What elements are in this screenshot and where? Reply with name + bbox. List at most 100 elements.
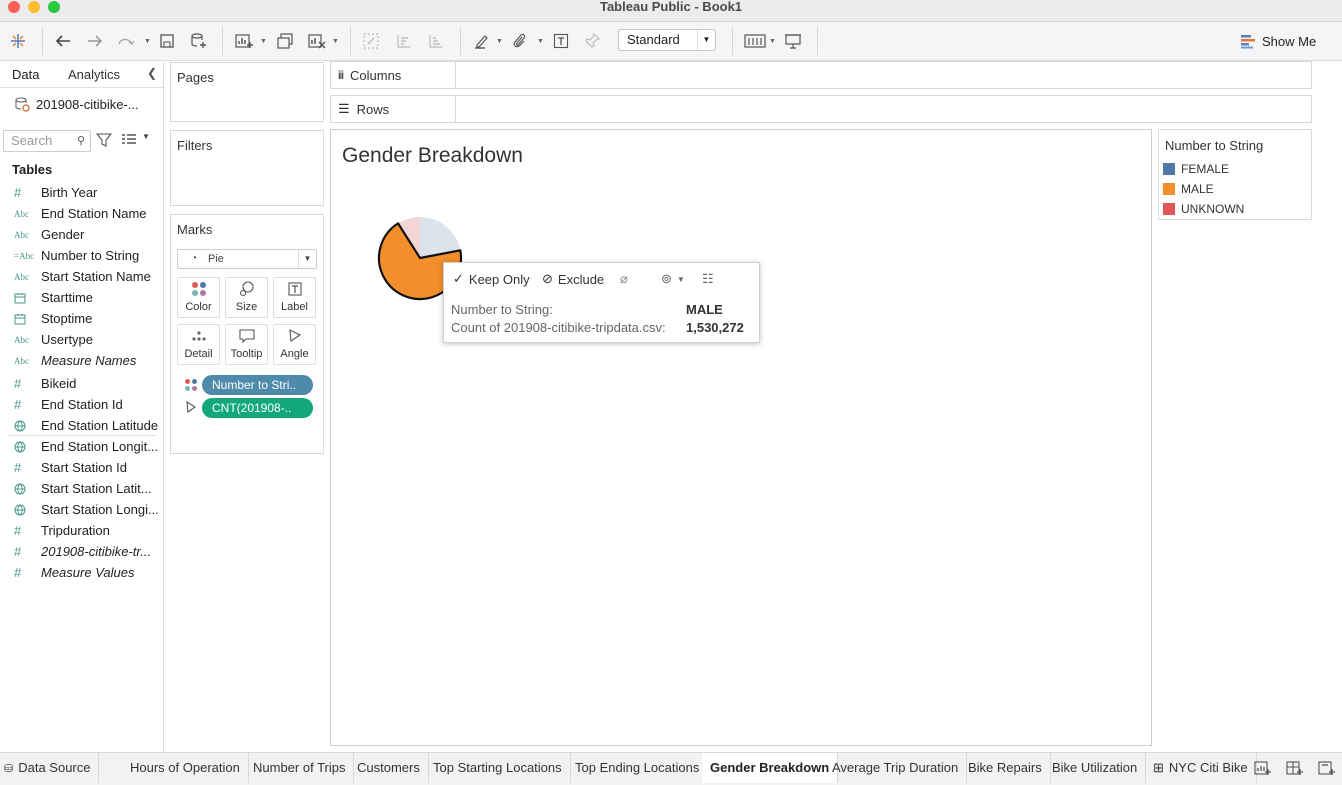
angle-button[interactable]: Angle [273,324,316,365]
duplicate-sheet-icon[interactable] [274,30,296,52]
field-item[interactable]: Abc Usertype [0,329,163,350]
group-dropdown-icon[interactable]: ▼ [537,38,544,45]
sheet-tab[interactable]: Gender Breakdown [702,753,839,783]
tooltip-button[interactable]: Tooltip [225,324,268,365]
field-name: Start Station Latit... [41,481,152,496]
field-item[interactable]: Abc Start Station Name [0,266,163,287]
new-worksheet-icon[interactable] [232,30,256,52]
swap-rows-columns-icon[interactable] [360,30,382,52]
new-datasource-icon[interactable] [188,30,210,52]
legend-item[interactable]: FEMALE [1163,162,1229,176]
field-item[interactable]: Start Station Longi... [0,499,163,520]
date-field-icon [14,292,26,303]
new-worksheet-tab-icon[interactable] [1254,760,1272,776]
field-item[interactable]: # Bikeid [0,373,163,394]
label-button[interactable]: Label [273,277,316,318]
presentation-mode-icon[interactable] [782,30,804,52]
fit-select[interactable]: Standard ▼ [618,29,716,51]
field-name: End Station Longit... [41,439,159,454]
field-item[interactable]: Starttime [0,287,163,308]
field-item[interactable]: # Tripduration [0,520,163,541]
exclude-button[interactable]: ⊘ Exclude [542,271,604,287]
field-item[interactable]: # Measure Values [0,562,163,583]
new-worksheet-dropdown-icon[interactable]: ▼ [260,38,267,45]
field-item[interactable]: End Station Longit... [0,436,163,457]
tab-story[interactable]: ⊞ NYC Citi Bike [1145,753,1257,783]
replay-dropdown-icon[interactable]: ▼ [144,38,151,45]
filter-fields-icon[interactable] [96,133,112,147]
field-item[interactable]: # End Station Id [0,394,163,415]
sheet-tab[interactable]: Customers [349,753,429,783]
sheet-tab[interactable]: Top Ending Locations [567,753,709,783]
redo-icon[interactable] [84,30,106,52]
search-input[interactable]: Search ⚲ [3,130,91,152]
show-cards-icon[interactable] [742,30,768,52]
show-cards-dropdown-icon[interactable]: ▼ [769,38,776,45]
new-story-tab-icon[interactable] [1318,760,1336,776]
legend-item[interactable]: MALE [1163,182,1214,196]
group-icon[interactable]: ⌀ [620,271,628,287]
field-name: End Station Latitude [41,418,159,433]
sheet-tab[interactable]: Average Trip Duration [824,753,968,783]
replay-icon[interactable] [114,30,142,52]
field-menu-dropdown-icon[interactable]: ▼ [142,132,150,141]
undo-icon[interactable] [52,30,74,52]
field-item[interactable]: Abc Gender [0,224,163,245]
highlight-icon[interactable] [470,30,492,52]
field-item[interactable]: # Start Station Id [0,457,163,478]
show-mark-labels-icon[interactable] [550,30,572,52]
sheet-tab[interactable]: Number of Trips [245,753,355,783]
fix-axes-icon[interactable] [582,30,604,52]
tab-data-source[interactable]: ⛁ Data Source [0,753,100,783]
datasource-item[interactable]: 201908-citibike-... [14,96,139,112]
number-field-icon: # [14,523,22,538]
angle-pill[interactable]: CNT(201908-.. [202,398,313,418]
view-data-icon[interactable] [121,133,137,145]
create-set-icon[interactable]: ⊚ ▼ [661,271,685,287]
color-pill[interactable]: Number to Stri.. [202,375,313,395]
field-item[interactable]: # Birth Year [0,182,163,203]
tableau-logo-icon[interactable] [8,30,28,52]
tab-data[interactable]: Data [12,67,39,82]
field-item[interactable]: Abc End Station Name [0,203,163,224]
field-item[interactable]: =Abc Number to String [0,245,163,266]
collapse-pane-icon[interactable]: ❮ [147,66,157,80]
detail-button[interactable]: Detail [177,324,220,365]
sheet-tab[interactable]: Hours of Operation [122,753,249,783]
exclude-icon: ⊘ [542,271,553,286]
color-button[interactable]: Color [177,277,220,318]
pie-chart[interactable] [331,130,1151,745]
color-icon [191,282,206,296]
view-data-tooltip-icon[interactable]: ☷ [702,271,714,287]
show-me-button[interactable]: Show Me [1240,31,1316,51]
tab-analytics[interactable]: Analytics [68,67,120,82]
sort-descending-icon[interactable] [425,30,447,52]
pages-card[interactable]: Pages [170,62,324,122]
field-item[interactable]: #201908-citibike-tr... [0,541,163,562]
columns-shelf[interactable]: iii Columns [330,61,1312,89]
highlight-dropdown-icon[interactable]: ▼ [496,38,503,45]
new-dashboard-tab-icon[interactable] [1286,760,1304,776]
rows-shelf[interactable]: ☰ Rows [330,95,1312,123]
mark-type-select[interactable]: ◔ Pie ▼ [177,249,317,269]
field-item[interactable]: Start Station Latit... [0,478,163,499]
clear-sheet-icon[interactable] [305,30,329,52]
size-button[interactable]: Size [225,277,268,318]
field-item[interactable]: Abc Measure Names [0,350,163,371]
field-item[interactable]: Stoptime [0,308,163,329]
filters-card[interactable]: Filters [170,130,324,206]
sheet-tab[interactable]: Top Starting Locations [425,753,571,783]
keep-only-button[interactable]: ✓ Keep Only [453,271,530,287]
clear-dropdown-icon[interactable]: ▼ [332,38,339,45]
group-members-icon[interactable] [508,30,530,52]
field-item[interactable]: End Station Latitude [0,415,163,436]
sheet-tab[interactable]: Bike Repairs [960,753,1051,783]
geo-field-icon [14,420,26,431]
angle-encoding-icon [186,401,196,413]
number-field-icon: # [14,376,22,391]
sort-ascending-icon[interactable] [393,30,415,52]
datasource-name: 201908-citibike-... [36,96,139,112]
save-icon[interactable] [156,30,178,52]
sheet-tab[interactable]: Bike Utilization [1044,753,1147,783]
legend-item[interactable]: UNKNOWN [1163,202,1244,216]
